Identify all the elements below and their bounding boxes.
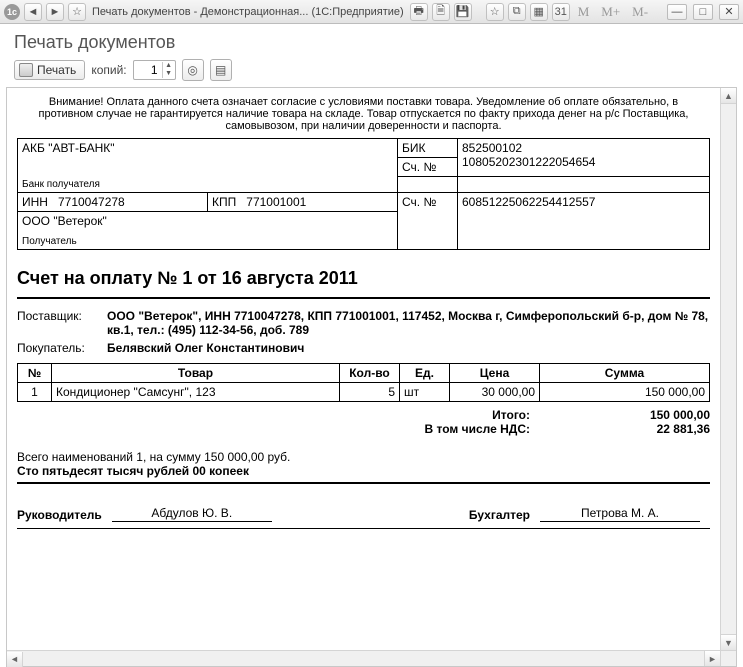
preview-button[interactable]: ◎	[182, 59, 204, 81]
close-button[interactable]: ✕	[719, 4, 739, 20]
minimize-button[interactable]: —	[667, 4, 687, 20]
nav-back-icon[interactable]: ◄	[24, 3, 42, 21]
history-icon[interactable]: ⧉	[508, 3, 526, 21]
spin-down-icon[interactable]: ▼	[163, 70, 175, 78]
buyer-value: Белявский Олег Константинович	[107, 341, 710, 355]
bank-name: АКБ "АВТ-БАНК"	[22, 141, 393, 155]
bank-sub: Банк получателя	[22, 179, 393, 190]
account1-label: Сч. №	[398, 158, 458, 177]
copies-spinbox[interactable]: ▲ ▼	[133, 60, 176, 80]
divider	[17, 528, 710, 529]
head-label: Руководитель	[17, 508, 102, 522]
scroll-up-icon[interactable]: ▲	[721, 88, 736, 104]
scroll-down-icon[interactable]: ▼	[721, 634, 736, 650]
app-icon: 1c	[4, 4, 20, 20]
summary-line2: Сто пятьдесят тысяч рублей 00 копеек	[17, 464, 710, 478]
buyer-row: Покупатель: Белявский Олег Константинови…	[17, 341, 710, 355]
bank-account1: 10805202301222054654	[462, 155, 705, 169]
divider	[17, 482, 710, 484]
acc-name: Петрова М. А.	[540, 506, 700, 522]
buyer-label: Покупатель:	[17, 341, 107, 355]
summary-line1: Всего наименований 1, на сумму 150 000,0…	[17, 450, 710, 464]
horizontal-scrollbar[interactable]: ◄ ►	[7, 650, 720, 666]
mem-mplus[interactable]: M+	[597, 4, 624, 20]
kpp-value: 771001001	[246, 195, 306, 209]
document-title: Счет на оплату № 1 от 16 августа 2011	[17, 268, 710, 289]
supplier-row: Поставщик: ООО "Ветерок", ИНН 7710047278…	[17, 309, 710, 337]
supplier-value: ООО "Ветерок", ИНН 7710047278, КПП 77100…	[107, 309, 710, 337]
printer-icon	[19, 63, 33, 77]
page-title: Печать документов	[0, 24, 743, 59]
titlebar: 1c ◄ ► ☆ Печать документов - Демонстраци…	[0, 0, 743, 24]
payee-sub: Получатель	[22, 236, 393, 247]
vertical-scrollbar[interactable]: ▲ ▼	[720, 88, 736, 650]
cell-price: 30 000,00	[450, 382, 540, 401]
document-area: Внимание! Оплата данного счета означает …	[6, 87, 737, 667]
col-sum: Сумма	[540, 363, 710, 382]
window-title: Печать документов - Демонстрационная... …	[92, 6, 404, 18]
star-icon[interactable]: ☆	[68, 3, 86, 21]
toolbar: Печать копий: ▲ ▼ ◎ ▤	[0, 59, 743, 87]
total-label: Итого:	[17, 408, 570, 422]
items-header-row: № Товар Кол-во Ед. Цена Сумма	[18, 363, 710, 382]
supplier-label: Поставщик:	[17, 309, 107, 337]
print-button-label: Печать	[37, 63, 76, 77]
mem-mminus[interactable]: M-	[628, 4, 652, 20]
divider	[17, 297, 710, 299]
table-row: 1 Кондиционер "Самсунг", 123 5 шт 30 000…	[18, 382, 710, 401]
document-scroll[interactable]: Внимание! Оплата данного счета означает …	[7, 88, 720, 650]
fav-icon[interactable]: ☆	[486, 3, 504, 21]
total-value: 150 000,00	[570, 408, 710, 422]
acc-label: Бухгалтер	[469, 508, 530, 522]
cell-sum: 150 000,00	[540, 382, 710, 401]
scroll-right-icon[interactable]: ►	[704, 651, 720, 666]
col-unit: Ед.	[400, 363, 450, 382]
head-name: Абдулов Ю. В.	[112, 506, 272, 522]
inn-value: 7710047278	[58, 195, 125, 209]
items-table: № Товар Кол-во Ед. Цена Сумма 1 Кондицио…	[17, 363, 710, 402]
summary: Всего наименований 1, на сумму 150 000,0…	[17, 450, 710, 478]
scroll-left-icon[interactable]: ◄	[7, 652, 23, 667]
col-qty: Кол-во	[340, 363, 400, 382]
totals: Итого: 150 000,00 В том числе НДС: 22 88…	[17, 408, 710, 436]
bank-table: АКБ "АВТ-БАНК" БИК 852500102 10805202301…	[17, 138, 710, 250]
cell-name: Кондиционер "Самсунг", 123	[52, 382, 340, 401]
save-icon[interactable]: 💾	[454, 3, 472, 21]
bik-label: БИК	[398, 139, 458, 158]
print-button[interactable]: Печать	[14, 60, 85, 80]
maximize-button[interactable]: □	[693, 4, 713, 20]
kpp-label: КПП	[212, 195, 236, 209]
bank-account2: 60851225062254412557	[458, 192, 710, 249]
spin-up-icon[interactable]: ▲	[163, 62, 175, 70]
col-name: Товар	[52, 363, 340, 382]
save-template-button[interactable]: ▤	[210, 59, 232, 81]
copies-input[interactable]	[134, 63, 162, 77]
vat-value: 22 881,36	[570, 422, 710, 436]
print-icon[interactable]: 🖶	[410, 3, 428, 21]
col-n: №	[18, 363, 52, 382]
bik-value: 852500102	[462, 141, 705, 155]
cell-qty: 5	[340, 382, 400, 401]
col-price: Цена	[450, 363, 540, 382]
payee-name: ООО "Ветерок"	[22, 214, 393, 228]
copies-label: копий:	[91, 63, 126, 77]
mem-m[interactable]: M	[574, 4, 594, 20]
inn-label: ИНН	[22, 195, 48, 209]
calendar-icon[interactable]: 31	[552, 3, 570, 21]
cell-n: 1	[18, 382, 52, 401]
vat-label: В том числе НДС:	[17, 422, 570, 436]
notice-text: Внимание! Оплата данного счета означает …	[17, 94, 710, 138]
cell-unit: шт	[400, 382, 450, 401]
account2-label: Сч. №	[398, 192, 458, 249]
signatures: Руководитель Абдулов Ю. В. Бухгалтер Пет…	[17, 506, 710, 522]
calc-icon[interactable]: ▦	[530, 3, 548, 21]
nav-fwd-icon[interactable]: ►	[46, 3, 64, 21]
copy-icon[interactable]: 🗎	[432, 3, 450, 21]
scroll-corner	[720, 650, 736, 666]
